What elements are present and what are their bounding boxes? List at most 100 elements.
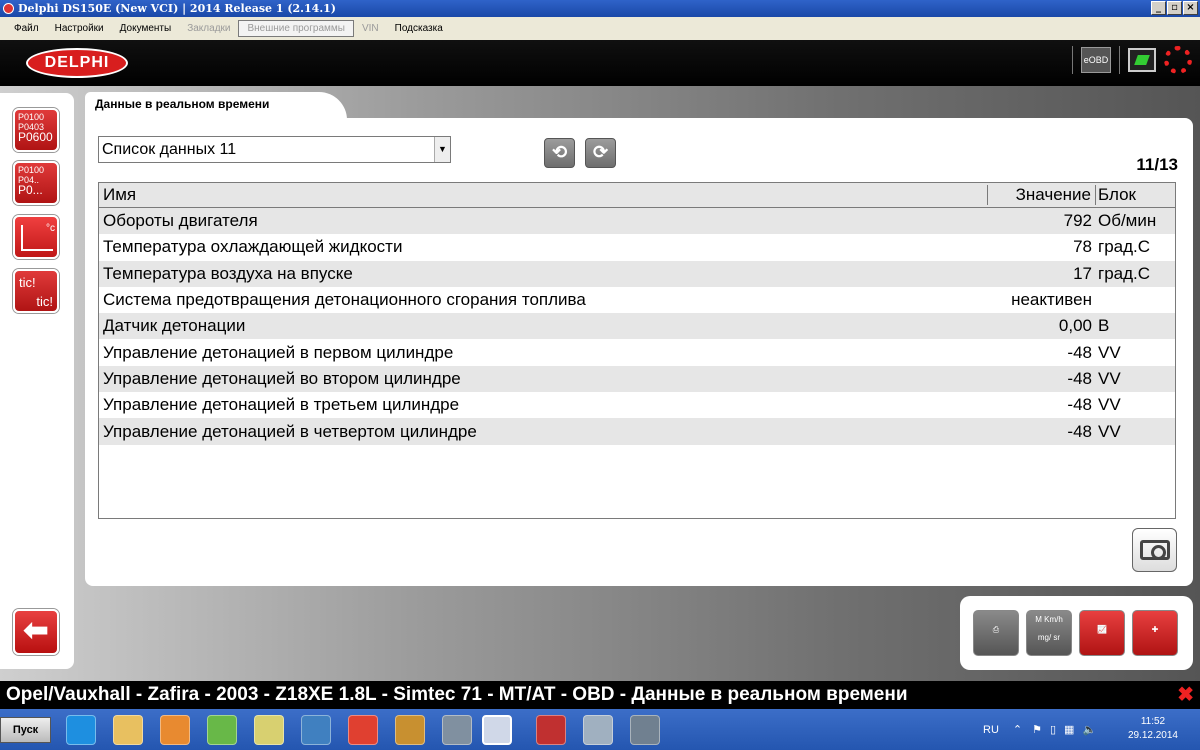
messenger-icon[interactable] (301, 715, 331, 745)
next-list-button[interactable]: ⟳ (585, 138, 616, 168)
window-title: Delphi DS150E (New VCI) | 2014 Release 1… (18, 2, 337, 15)
system-tray: RU ⌃ ⚑ ▯ ▦ 🔈 11:52 29.12.2014 (975, 709, 1200, 750)
live-data-panel: Список данных 11 ▼ ⟲ ⟳ 11/13 Имя Значени… (85, 118, 1193, 586)
close-button[interactable]: × (1183, 1, 1198, 15)
network-icon[interactable]: ▦ (1064, 723, 1074, 736)
start-label: Пуск (12, 724, 39, 736)
units-button[interactable]: M Km/h mg/ sr (1026, 610, 1072, 656)
flag-icon[interactable]: ⚑ (1032, 723, 1042, 736)
table-row[interactable]: Управление детонацией в первом цилиндре -… (99, 339, 1175, 365)
table-row[interactable]: Датчик детонации 0,00 В (99, 313, 1175, 340)
param-value: 0,00 (1058, 316, 1092, 336)
tab-live-data[interactable]: Данные в реальном времени (85, 92, 347, 120)
print-button[interactable]: ⎙ (973, 610, 1019, 656)
param-value: -48 (1067, 395, 1092, 415)
param-unit: VV (1098, 421, 1121, 441)
param-value: -48 (1067, 342, 1092, 362)
start-button[interactable]: Пуск (0, 717, 51, 743)
param-unit: VV (1098, 395, 1121, 415)
snapshot-button[interactable] (1132, 528, 1177, 572)
minimize-button[interactable]: _ (1151, 1, 1166, 15)
volume-icon[interactable]: 🔈 (1082, 723, 1096, 736)
window-titlebar: Delphi DS150E (New VCI) | 2014 Release 1… (0, 0, 1200, 17)
param-name: Температура охлаждающей жидкости (103, 237, 403, 257)
table-row[interactable]: Управление детонацией во втором цилиндре… (99, 365, 1175, 393)
column-header-unit[interactable]: Блок (1096, 185, 1175, 205)
presentation-icon[interactable] (536, 715, 566, 745)
table-row[interactable]: Система предотвращения детонационного сг… (99, 287, 1175, 313)
media-icon[interactable] (160, 715, 190, 745)
param-name: Управление детонацией во втором цилиндре (103, 368, 461, 388)
param-name: Система предотвращения детонационного сг… (103, 290, 586, 310)
header-divider (1072, 46, 1073, 74)
calculator-icon[interactable] (583, 715, 613, 745)
battery-tray-icon[interactable]: ▯ (1050, 723, 1056, 736)
table-row[interactable]: Управление детонацией в четвертом цилинд… (99, 418, 1175, 445)
dtc-code: P0... (18, 183, 43, 197)
prev-list-button[interactable]: ⟲ (544, 138, 575, 168)
live-data-button[interactable] (13, 215, 59, 259)
close-session-icon[interactable]: ✖ (1177, 682, 1194, 707)
chevron-down-icon[interactable]: ▼ (434, 137, 450, 162)
menu-external-programs[interactable]: Внешние программы (238, 20, 354, 37)
dtc-code: P0100 (18, 165, 45, 175)
chrome-icon[interactable] (348, 715, 378, 745)
table-row[interactable]: Обороты двигателя 792 Об/мин (99, 208, 1175, 235)
os-taskbar: Пуск RU ⌃ ⚑ ▯ ▦ 🔈 11:52 29.12.2014 (0, 709, 1200, 750)
param-value: -48 (1067, 421, 1092, 441)
column-header-value[interactable]: Значение (988, 185, 1096, 205)
graph-view-button[interactable]: 📈 (1079, 610, 1125, 656)
ie-icon[interactable] (66, 715, 96, 745)
menu-help[interactable]: Подсказка (387, 21, 451, 36)
column-header-name[interactable]: Имя (99, 185, 988, 205)
back-arrow-button[interactable]: ⬅ (13, 609, 59, 655)
flower-app-icon[interactable] (207, 715, 237, 745)
tray-arrow-icon[interactable]: ⌃ (1013, 723, 1022, 736)
table-row[interactable]: Температура охлаждающей жидкости 78 град.С (99, 234, 1175, 260)
screen-app-icon[interactable] (630, 715, 660, 745)
camera-icon (1139, 540, 1170, 560)
param-name: Датчик детонации (103, 316, 246, 336)
param-unit: VV (1098, 342, 1121, 362)
clear-dtc-button[interactable]: P0100 P04.. P0... (13, 161, 59, 205)
add-icon: ✚ (1151, 625, 1159, 634)
menu-documents[interactable]: Документы (112, 21, 180, 36)
param-unit: В (1098, 316, 1110, 336)
param-value: 792 (1063, 211, 1092, 231)
dtc-code: P0600 (18, 130, 53, 144)
units-label-bottom: mg/ sr (1037, 633, 1061, 642)
table-row[interactable]: Управление детонацией в третьем цилиндре… (99, 392, 1175, 418)
menu-vin[interactable]: VIN (354, 21, 387, 36)
vehicle-info: Opel/Vauxhall - Zafira - 2003 - Z18XE 1.… (6, 684, 908, 705)
table-header: Имя Значение Блок (99, 183, 1175, 208)
dtc-code: P0100 (18, 112, 45, 122)
read-dtc-button[interactable]: P0100 P0403 P0600 (13, 108, 59, 152)
menu-file[interactable]: Файл (6, 21, 47, 36)
maximize-button[interactable]: ▫ (1167, 1, 1182, 15)
language-indicator[interactable]: RU (983, 724, 999, 736)
eobd-button[interactable]: eOBD (1081, 47, 1111, 73)
printer-icon: ⎙ (992, 625, 1000, 634)
delphi-task-icon[interactable] (482, 715, 512, 745)
param-unit: град.С (1098, 237, 1151, 257)
menu-bookmarks[interactable]: Закладки (179, 21, 238, 36)
vci-status-icon[interactable] (1128, 48, 1156, 72)
param-value: -48 (1067, 368, 1092, 388)
header-divider (1119, 46, 1120, 74)
data-list-select[interactable]: Список данных 11 ▼ (98, 136, 451, 163)
tool-app-icon[interactable] (395, 715, 425, 745)
menu-settings[interactable]: Настройки (47, 21, 112, 36)
graph-temperature-icon (21, 223, 55, 251)
folder-icon[interactable] (113, 715, 143, 745)
notes-icon[interactable] (254, 715, 284, 745)
app-icon (3, 3, 14, 14)
clock[interactable]: 11:52 29.12.2014 (1128, 715, 1178, 743)
param-value: 17 (1073, 263, 1092, 283)
param-value: неактивен (1011, 290, 1092, 310)
add-parameter-button[interactable]: ✚ (1132, 610, 1178, 656)
phone-app-icon[interactable] (442, 715, 472, 745)
param-unit: Об/мин (1098, 211, 1157, 231)
actuator-test-button[interactable]: tic! tic! (13, 269, 59, 313)
table-row[interactable]: Температура воздуха на впуске 17 град.С (99, 260, 1175, 287)
clock-time: 11:52 (1140, 716, 1166, 727)
